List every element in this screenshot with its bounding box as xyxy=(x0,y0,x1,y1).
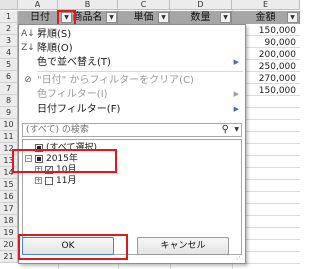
sort-by-color-item[interactable]: 色で並べ替え(T) ▶ xyxy=(19,56,245,69)
column-header-e[interactable]: E xyxy=(232,0,300,10)
row-header[interactable]: 4 xyxy=(0,47,18,59)
filter-dropdown-button[interactable]: ▼ xyxy=(106,12,117,23)
date-filter-item[interactable]: 日付フィルター(F) ▶ xyxy=(19,103,245,116)
amount-cell[interactable]: 250,000 xyxy=(256,61,296,73)
row-header[interactable]: 15 xyxy=(0,179,18,191)
chevron-down-icon[interactable]: ▼ xyxy=(234,124,239,136)
row-header[interactable]: 18 xyxy=(0,215,18,227)
clear-filter-icon: ⊘ xyxy=(24,75,32,85)
row-header[interactable]: 2 xyxy=(0,23,18,35)
expand-icon[interactable]: + xyxy=(35,177,42,184)
row-header[interactable]: 9 xyxy=(0,107,18,119)
sort-descending-icon: Z↓ xyxy=(21,43,35,53)
row-header[interactable]: 19 xyxy=(0,227,18,239)
filter-dropdown-button[interactable]: ▼ xyxy=(287,12,298,23)
amount-cell[interactable]: 90,000 xyxy=(256,37,297,49)
menu-separator xyxy=(37,71,243,72)
resize-grip-icon[interactable]: ⋰ xyxy=(236,254,243,261)
row-header[interactable]: 21 xyxy=(0,251,18,263)
row-header[interactable]: 10 xyxy=(0,119,18,131)
sort-ascending-item[interactable]: A↓ 昇順(S) xyxy=(19,28,245,41)
row-header[interactable]: 7 xyxy=(0,83,18,95)
row-header[interactable]: 11 xyxy=(0,131,18,143)
submenu-arrow-icon: ▶ xyxy=(233,105,239,113)
column-header-d[interactable]: D xyxy=(170,0,232,10)
checkbox[interactable] xyxy=(45,177,53,185)
filter-dropdown-button[interactable]: ▼ xyxy=(158,12,169,23)
filter-search-box[interactable]: ⚲ ▼ xyxy=(22,123,242,137)
row-header[interactable]: 3 xyxy=(0,35,18,47)
cancel-button[interactable]: キャンセル xyxy=(137,237,229,255)
amount-cell[interactable]: 200,000 xyxy=(256,49,296,61)
filter-search-input[interactable] xyxy=(26,124,216,136)
filter-dropdown-button[interactable]: ▼ xyxy=(220,12,231,23)
select-all-corner[interactable] xyxy=(0,0,18,10)
column-header-c[interactable]: C xyxy=(118,0,170,10)
sort-descending-item[interactable]: Z↓ 降順(O) xyxy=(19,42,245,55)
column-header-b[interactable]: B xyxy=(58,0,118,10)
search-icon[interactable]: ⚲ xyxy=(222,124,229,136)
row-header[interactable]: 8 xyxy=(0,95,18,107)
autofilter-dropdown: A↓ 昇順(S) Z↓ 降順(O) 色で並べ替え(T) ▶ ⊘ "日付" からフ… xyxy=(18,24,246,264)
row-header[interactable]: 20 xyxy=(0,239,18,251)
submenu-arrow-icon: ▶ xyxy=(233,90,239,98)
highlight-ok-button xyxy=(18,234,128,260)
header-cell-date[interactable]: 日付 xyxy=(18,11,58,24)
row-header[interactable]: 17 xyxy=(0,203,18,215)
sort-ascending-icon: A↓ xyxy=(21,29,35,39)
row-header[interactable]: 1 xyxy=(0,11,18,23)
highlight-october-item xyxy=(12,149,117,173)
submenu-arrow-icon: ▶ xyxy=(233,58,239,66)
color-filter-item[interactable]: 色フィルター(I) ▶ xyxy=(19,88,245,101)
row-header[interactable]: 6 xyxy=(0,71,18,83)
amount-cell[interactable]: 270,000 xyxy=(256,73,296,85)
amount-cell[interactable]: 150,000 xyxy=(256,85,296,97)
row-header[interactable]: 5 xyxy=(0,59,18,71)
row-header[interactable]: 16 xyxy=(0,191,18,203)
amount-cell[interactable]: 150,000 xyxy=(256,25,296,37)
clear-filter-item[interactable]: ⊘ "日付" からフィルターをクリア(C) xyxy=(19,74,245,87)
column-header-a[interactable]: A xyxy=(18,0,58,10)
